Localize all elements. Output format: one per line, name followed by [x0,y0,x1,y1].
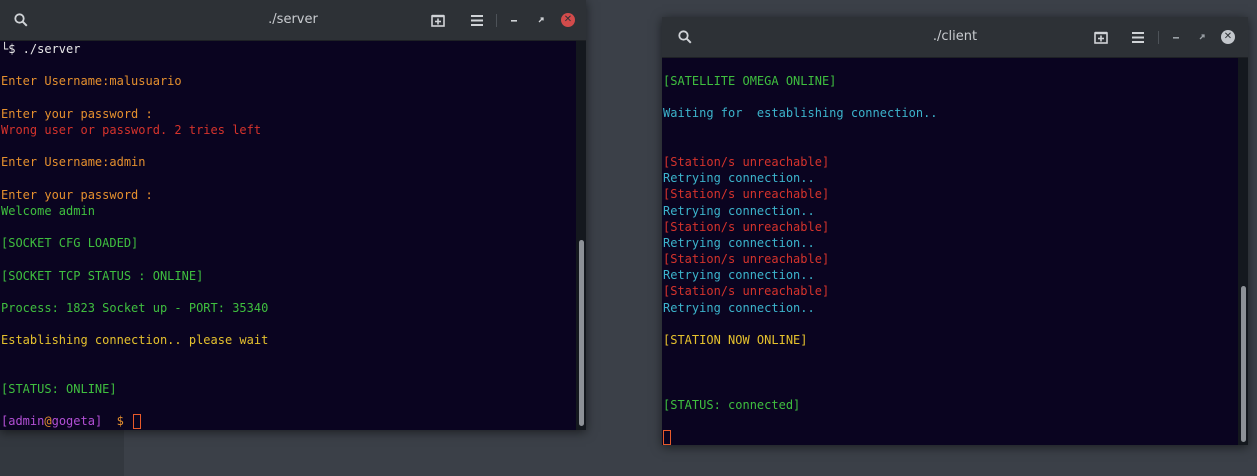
titlebar-separator [1158,31,1159,44]
terminal-line: Enter Username:malusuario [1,74,182,89]
window-titlebar[interactable]: ./server ✕ [0,0,586,41]
prompt-user: admin [8,414,45,429]
terminal-line: [STATUS: connected] [663,397,801,412]
terminal-cursor [133,414,142,430]
new-tab-icon[interactable] [426,0,450,40]
terminal-line: [SOCKET CFG LOADED] [1,236,139,251]
terminal-line: Retrying connection.. [663,171,815,186]
scrollbar-thumb[interactable] [1241,286,1246,442]
window-title: ./client [932,29,978,44]
prompt-symbol: $ [116,414,124,429]
terminal-line: Wrong user or password. 2 tries left [1,122,262,137]
terminal-line: [SOCKET TCP STATUS : ONLINE] [1,268,204,283]
terminal-line: Establishing connection.. please wait [1,333,269,348]
terminal-cursor [663,430,671,445]
terminal-line: [Station/s unreachable] [663,187,830,202]
terminal-window-client[interactable]: ./client ✕ [SATELLITE OMEGA ONLINE] Waiti… [662,17,1248,445]
minimize-icon[interactable] [505,0,523,40]
terminal-line: Retrying connection.. [663,203,815,218]
close-icon[interactable]: ✕ [1218,17,1238,57]
hamburger-menu-icon[interactable] [1127,17,1149,57]
prompt-host: gogeta [51,414,95,429]
scrollbar[interactable] [1238,58,1248,445]
titlebar-separator [496,14,497,27]
maximize-icon[interactable] [532,0,550,40]
terminal-line: Enter your password : [1,187,153,202]
terminal-output[interactable]: └$ ./server Enter Username:malusuario Ente… [0,41,576,430]
terminal-line: └$ ./server [1,42,81,56]
scrollbar[interactable] [576,41,586,430]
terminal-line: [Station/s unreachable] [663,284,830,299]
terminal-line: [SATELLITE OMEGA ONLINE] [663,74,837,88]
terminal-line: Retrying connection.. [663,268,815,283]
terminal-line: [Station/s unreachable] [663,154,830,169]
window-titlebar[interactable]: ./client ✕ [662,17,1248,58]
terminal-output[interactable]: [SATELLITE OMEGA ONLINE] Waiting for esta… [662,58,1238,445]
close-icon[interactable]: ✕ [558,0,578,40]
window-title: ./server [268,12,318,27]
terminal-line: [Station/s unreachable] [663,219,830,234]
terminal-line: Enter Username:admin [1,155,146,170]
minimize-icon[interactable] [1167,17,1185,57]
shell-prompt[interactable]: [admin@gogeta] $ [1,413,576,430]
prompt-at: @ [44,414,52,429]
terminal-window-server[interactable]: ./server ✕ └$ ./server Enter Username:mal… [0,0,586,430]
terminal-line: [STATUS: ONLINE] [1,381,117,396]
prompt-bracket: ] [94,414,103,429]
cursor-line[interactable] [663,429,1238,445]
terminal-line: [Station/s unreachable] [663,252,830,267]
hamburger-menu-icon[interactable] [466,0,488,40]
terminal-line: Waiting for establishing connection.. [663,106,938,121]
terminal-line: Process: 1823 Socket up - PORT: 35340 [1,301,269,315]
terminal-line: Enter your password : [1,106,153,121]
terminal-line: Retrying connection.. [663,235,815,250]
terminal-line: Retrying connection.. [663,300,815,315]
terminal-line: [STATION NOW ONLINE] [663,333,808,347]
maximize-icon[interactable] [1193,17,1211,57]
terminal-line: Welcome admin [1,203,95,218]
new-tab-icon[interactable] [1089,17,1113,57]
scrollbar-thumb[interactable] [579,240,584,426]
